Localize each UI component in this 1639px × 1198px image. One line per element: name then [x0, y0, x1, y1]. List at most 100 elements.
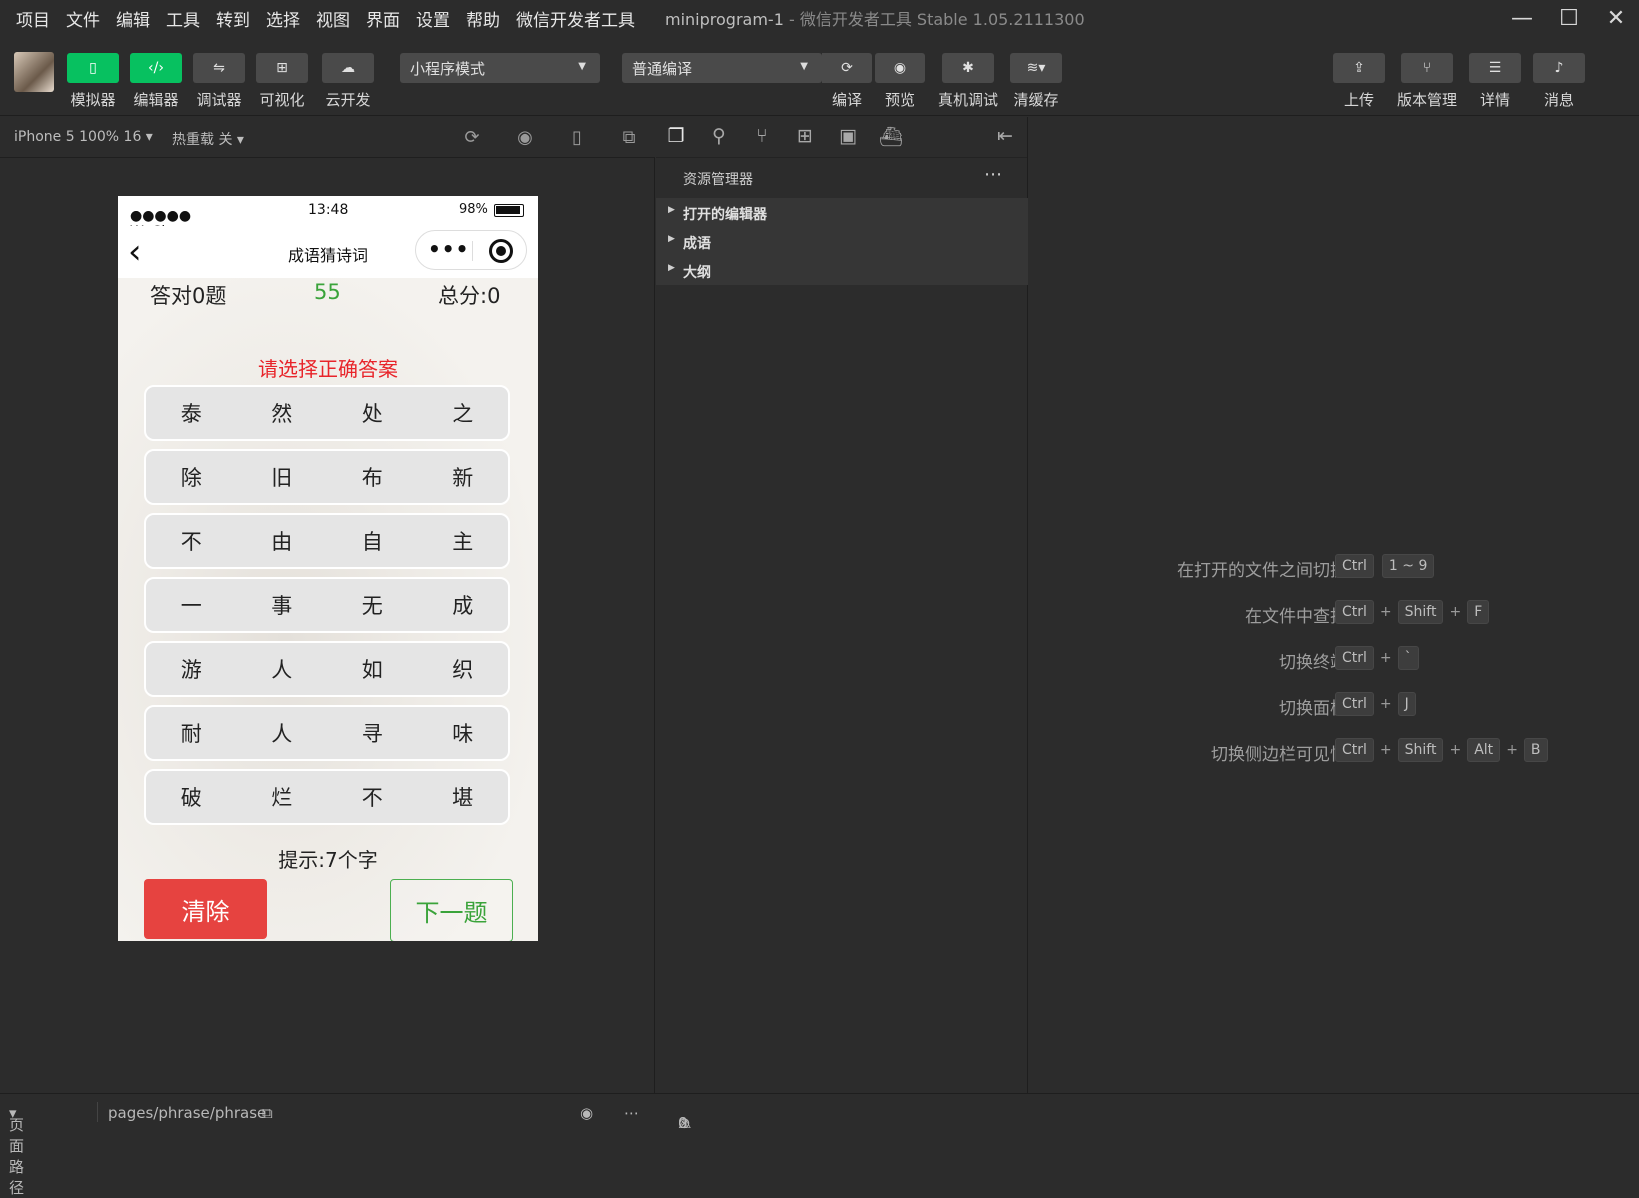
shortcut-row: 在打开的文件之间切换 Ctrl 1 ~ 9 [1029, 554, 1639, 581]
menu-bar: 项目 文件 编辑 工具 转到 选择 视图 界面 设置 帮助 微信开发者工具 [8, 6, 643, 31]
popout-icon[interactable]: ⧉ [618, 127, 640, 149]
upload-button[interactable]: ⇪ [1333, 53, 1385, 83]
save-icon[interactable]: ▣ [836, 125, 860, 149]
page-path-select[interactable]: 页面路径 ▾ [9, 1104, 24, 1197]
device-select[interactable]: iPhone 5 100% 16 ▾ [14, 129, 153, 145]
editor-label: 编辑器 [133, 91, 179, 109]
preview-button[interactable]: ◉ [875, 53, 925, 83]
clear-cache-label: 清缓存 [1013, 91, 1059, 109]
more-icon[interactable]: ⋯ [624, 1104, 639, 1122]
section-open-editors[interactable]: ▶ 打开的编辑器 [656, 198, 1028, 227]
menu-tools[interactable]: 工具 [158, 6, 208, 31]
hot-reload-select[interactable]: 热重载 关 ▾ [172, 129, 244, 149]
char-tile[interactable]: 一 [146, 590, 237, 620]
char-tile[interactable]: 人 [237, 654, 328, 684]
key-cap: Alt [1467, 738, 1501, 762]
rotate-icon[interactable]: ⟳ [461, 127, 483, 149]
eye-icon[interactable]: ◉ [580, 1104, 593, 1122]
clear-button[interactable]: 清除 [144, 879, 267, 939]
compile-label: 编译 [831, 91, 862, 109]
next-question-button[interactable]: 下一题 [390, 879, 513, 941]
warning-count-value: 0 [678, 1114, 688, 1132]
mode-select-value: 小程序模式 [410, 59, 486, 78]
remote-debug-button[interactable]: ✱ [942, 53, 994, 83]
char-tile[interactable]: 事 [237, 590, 328, 620]
char-tile[interactable]: 之 [418, 398, 509, 428]
char-tile[interactable]: 然 [237, 398, 328, 428]
battery-fill [496, 206, 520, 214]
char-tile[interactable]: 除 [146, 462, 237, 492]
close-mini-program-icon[interactable] [489, 239, 513, 263]
editor-toggle-button[interactable]: ‹/› [130, 53, 182, 83]
char-tile[interactable]: 破 [146, 782, 237, 812]
section-project[interactable]: ▶ 成语 [656, 227, 1028, 256]
collapse-panel-icon[interactable]: ⇤ [993, 125, 1017, 149]
char-tile[interactable]: 泰 [146, 398, 237, 428]
char-tile[interactable]: 自 [327, 526, 418, 556]
record-icon[interactable]: ◉ [514, 127, 536, 149]
char-tile[interactable]: 不 [327, 782, 418, 812]
minimize-icon[interactable]: — [1499, 0, 1545, 36]
char-tile[interactable]: 新 [418, 462, 509, 492]
char-tile[interactable]: 由 [237, 526, 328, 556]
copy-icon[interactable]: ⧉ [262, 1104, 273, 1122]
compile-select[interactable]: 普通编译 ▼ [622, 53, 822, 83]
char-tile[interactable]: 成 [418, 590, 509, 620]
menu-file[interactable]: 文件 [58, 6, 108, 31]
cloud-dev-button[interactable]: ☁ [322, 53, 374, 83]
char-tile[interactable]: 处 [327, 398, 418, 428]
docker-icon[interactable]: ⛴ [879, 125, 903, 149]
char-tile[interactable]: 无 [327, 590, 418, 620]
more-actions-icon[interactable]: ⋯ [984, 164, 1002, 185]
game-area: 答对0题 55 总分:0 请选择正确答案 泰 然 处 之 除 旧 布 新 不 由… [118, 278, 538, 941]
explorer-header: 资源管理器 ⋯ [656, 158, 1028, 198]
preview-label: 预览 [884, 91, 915, 109]
char-tile[interactable]: 旧 [237, 462, 328, 492]
more-icon[interactable]: ••• [428, 237, 469, 261]
menu-wechat-devtools[interactable]: 微信开发者工具 [508, 6, 643, 31]
messages-button[interactable]: ♪ [1533, 53, 1585, 83]
debug-icon: ⇋ [213, 60, 225, 76]
char-tile[interactable]: 织 [418, 654, 509, 684]
source-control-icon[interactable]: ⑂ [750, 125, 774, 149]
debugger-toggle-button[interactable]: ⇋ [193, 53, 245, 83]
explorer-title: 资源管理器 [683, 172, 753, 188]
menu-settings[interactable]: 设置 [408, 6, 458, 31]
menu-interface[interactable]: 界面 [358, 6, 408, 31]
maximize-icon[interactable]: ☐ [1546, 0, 1592, 36]
menu-view[interactable]: 视图 [308, 6, 358, 31]
section-outline[interactable]: ▶ 大纲 [656, 256, 1028, 285]
menu-project[interactable]: 项目 [8, 6, 58, 31]
visual-toggle-button[interactable]: ⊞ [256, 53, 308, 83]
char-tile[interactable]: 游 [146, 654, 237, 684]
user-avatar[interactable] [14, 52, 54, 92]
phone-frame-icon[interactable]: ▯ [566, 127, 588, 149]
menu-edit[interactable]: 编辑 [108, 6, 158, 31]
char-tile[interactable]: 主 [418, 526, 509, 556]
plus-sign: + [1379, 650, 1392, 666]
files-icon[interactable]: ❐ [664, 125, 688, 149]
shortcut-row: 切换侧边栏可见性 Ctrl + Shift + Alt + B [1029, 738, 1639, 765]
search-icon[interactable]: ⚲ [707, 125, 731, 149]
char-tile[interactable]: 耐 [146, 718, 237, 748]
plus-sign: + [1379, 604, 1392, 620]
char-tile[interactable]: 如 [327, 654, 418, 684]
extensions-icon[interactable]: ⊞ [793, 125, 817, 149]
menu-help[interactable]: 帮助 [458, 6, 508, 31]
char-tile[interactable]: 人 [237, 718, 328, 748]
details-button[interactable]: ☰ [1469, 53, 1521, 83]
simulator-toggle-button[interactable]: ▯ [67, 53, 119, 83]
version-control-button[interactable]: ⑂ [1401, 53, 1453, 83]
menu-goto[interactable]: 转到 [208, 6, 258, 31]
char-tile[interactable]: 寻 [327, 718, 418, 748]
char-tile[interactable]: 不 [146, 526, 237, 556]
menu-select[interactable]: 选择 [258, 6, 308, 31]
char-tile[interactable]: 布 [327, 462, 418, 492]
clear-cache-button[interactable]: ≋▾ [1010, 53, 1062, 83]
char-tile[interactable]: 堪 [418, 782, 509, 812]
char-tile[interactable]: 味 [418, 718, 509, 748]
compile-button[interactable]: ⟳ [822, 53, 872, 83]
close-icon[interactable]: ✕ [1593, 0, 1639, 36]
char-tile[interactable]: 烂 [237, 782, 328, 812]
mode-select[interactable]: 小程序模式 ▼ [400, 53, 600, 83]
